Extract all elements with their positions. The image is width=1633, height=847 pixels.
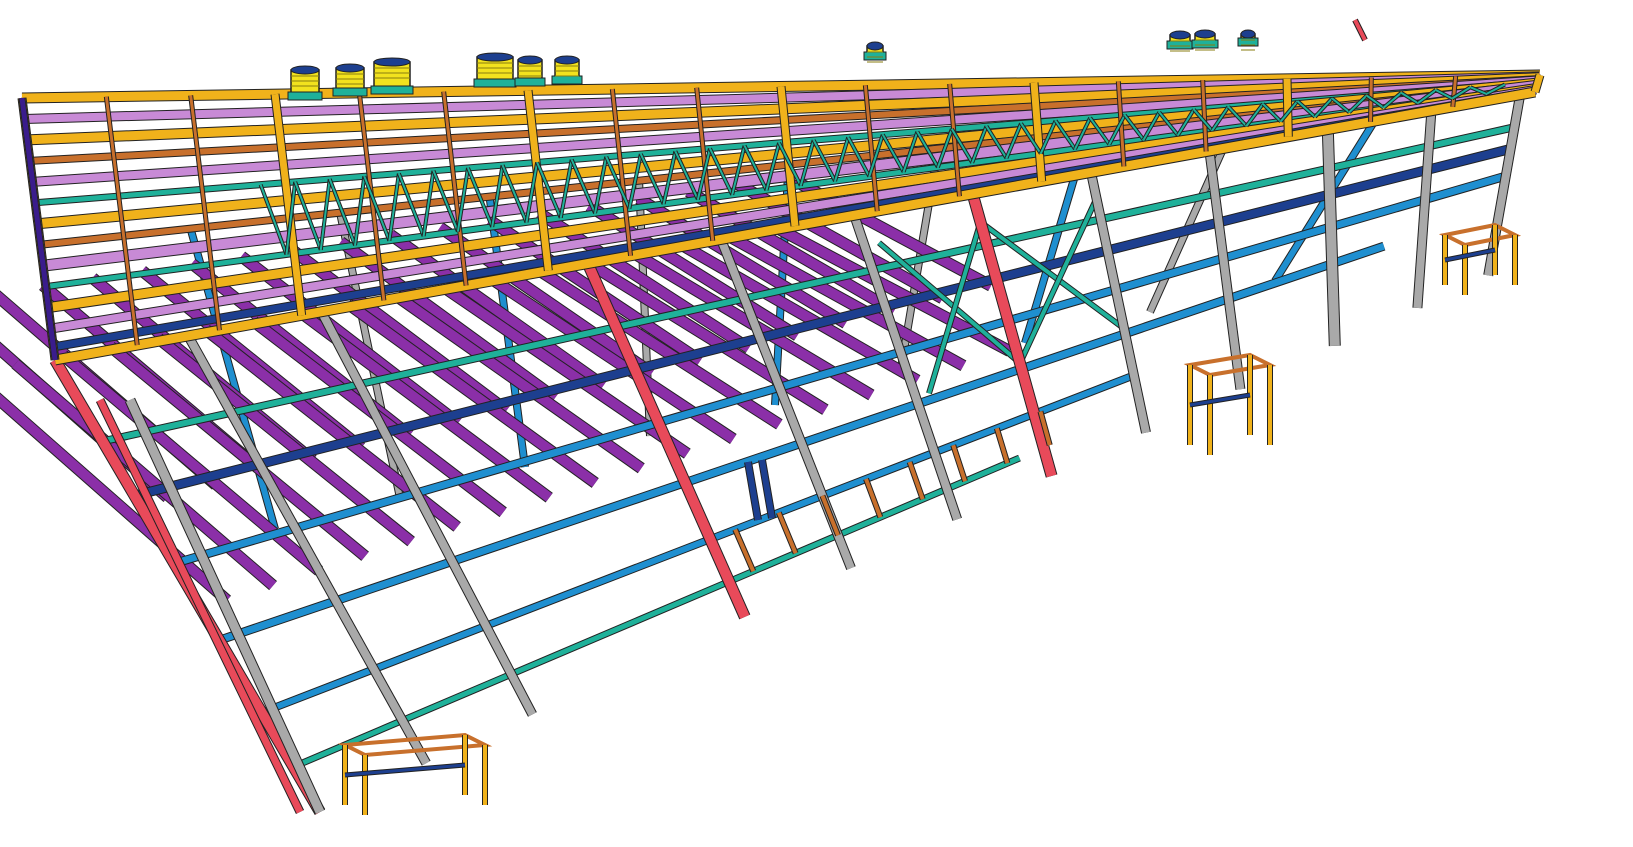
hvac-base: [1191, 39, 1219, 49]
hvac-base: [332, 87, 368, 97]
hvac-base: [863, 51, 887, 61]
hvac-unit-icon: [473, 52, 517, 88]
hvac-top: [1240, 29, 1256, 39]
window-frame: [820, 495, 840, 536]
hvac-base: [514, 77, 546, 87]
left-grey-column: [125, 398, 325, 814]
roof-ladder: [1353, 19, 1367, 41]
hvac-base: [473, 78, 517, 88]
steel-structure-model[interactable]: [0, 0, 1633, 847]
platform-icon-rail: [1189, 393, 1251, 407]
hvac-unit-icon: [332, 63, 368, 97]
hvac-top: [1169, 30, 1191, 40]
hvac-base: [287, 91, 323, 101]
hvac-unit-icon: [1191, 29, 1219, 51]
window-frame: [733, 528, 756, 573]
hvac-top: [554, 55, 580, 65]
hvac-top: [373, 57, 411, 67]
hvac-base: [370, 85, 414, 95]
hvac-top: [335, 63, 365, 73]
hvac-unit-icon: [863, 41, 887, 63]
hvac-top: [476, 52, 514, 62]
roof-girder: [1531, 74, 1544, 93]
hvac-top: [517, 55, 543, 65]
window-frame: [994, 427, 1010, 464]
platform-icon-deck: [1438, 222, 1522, 248]
hvac-top: [290, 65, 320, 75]
hvac-unit-icon: [1237, 29, 1259, 51]
hvac-top: [866, 41, 884, 51]
hvac-unit-icon: [370, 57, 414, 95]
platform-icon: [1438, 222, 1522, 295]
window-frame: [864, 478, 883, 518]
hvac-unit-icon: [514, 55, 546, 87]
front-column: [1322, 129, 1340, 347]
platform-icon: [1183, 352, 1277, 455]
hvac-unit-icon: [287, 65, 323, 101]
hvac-top: [1194, 29, 1216, 39]
hvac-unit-icon: [1166, 30, 1194, 52]
hvac-base: [1166, 40, 1194, 50]
window-frame: [951, 444, 967, 482]
window-frame: [776, 511, 798, 555]
model-viewport[interactable]: [0, 0, 1633, 847]
roof-girder: [1283, 78, 1292, 137]
hvac-base: [551, 75, 583, 85]
hvac-unit-icon: [551, 55, 583, 85]
window-frame: [907, 461, 925, 500]
platform-icon-deck: [1183, 352, 1277, 378]
